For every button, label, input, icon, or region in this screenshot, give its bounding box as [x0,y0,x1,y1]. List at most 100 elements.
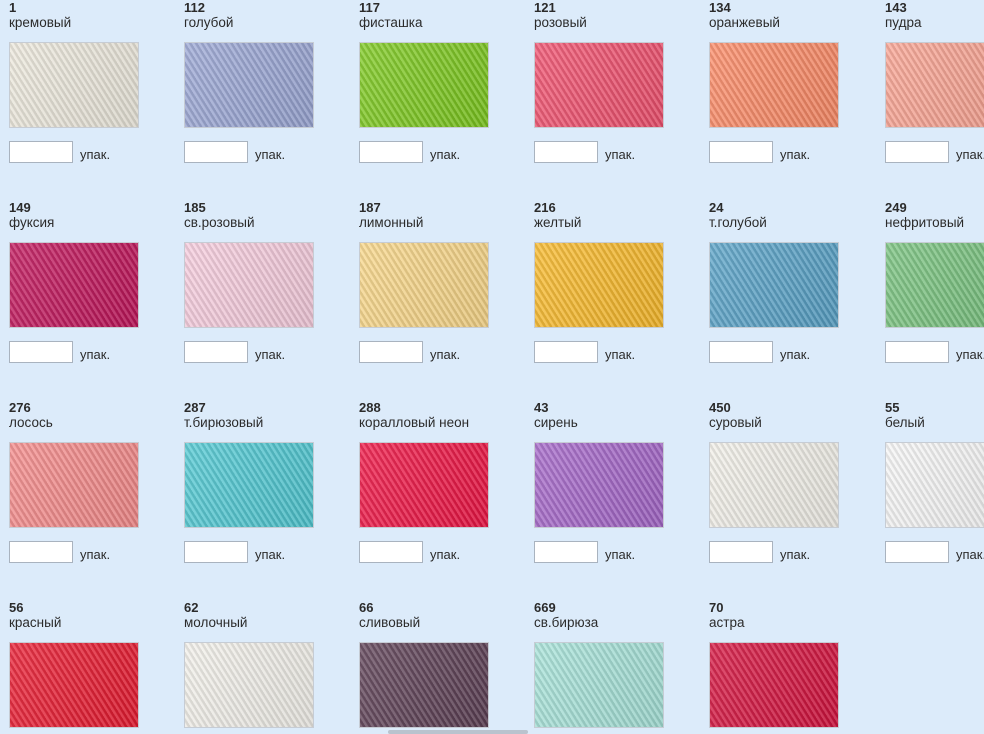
yarn-swatch-image[interactable] [9,42,139,128]
quantity-input[interactable] [534,141,598,163]
color-name: св.розовый [184,215,255,230]
yarn-swatch-image[interactable] [885,242,984,328]
quantity-input[interactable] [359,541,423,563]
yarn-swatch-image[interactable] [9,642,139,728]
quantity-input[interactable] [9,141,73,163]
quantity-input[interactable] [184,541,248,563]
color-code: 149 [9,200,31,215]
yarn-swatch-image[interactable] [709,442,839,528]
unit-label: упак. [430,147,461,162]
quantity-input[interactable] [359,141,423,163]
unit-label: упак. [956,147,984,162]
quantity-input[interactable] [534,341,598,363]
color-name: нефритовый [885,215,965,230]
color-name: сирень [534,415,578,430]
color-name: оранжевый [709,15,780,30]
yarn-swatch-image[interactable] [709,42,839,128]
color-code: 276 [9,400,31,415]
quantity-input[interactable] [359,341,423,363]
yarn-swatch-image[interactable] [359,42,489,128]
color-name: фисташка [359,15,423,30]
color-code: 24 [709,200,724,215]
horizontal-scrollbar[interactable] [388,730,528,734]
unit-label: упак. [80,547,111,562]
color-code: 185 [184,200,206,215]
color-name: коралловый неон [359,415,470,430]
color-name: пудра [885,15,922,30]
color-code: 117 [359,0,380,15]
color-name: сливовый [359,615,421,630]
color-name: голубой [184,15,234,30]
quantity-input[interactable] [885,341,949,363]
color-code: 187 [359,200,381,215]
color-name: красный [9,615,62,630]
yarn-swatch-image[interactable] [534,442,664,528]
color-code: 70 [709,600,724,615]
unit-label: упак. [80,347,111,362]
unit-label: упак. [430,347,461,362]
yarn-swatch-image[interactable] [534,642,664,728]
color-name: молочный [184,615,248,630]
yarn-color-palette: 1 кремовый упак. 112 голубой упак. 117 фисташка… [0,0,984,734]
unit-label: упак. [80,147,111,162]
color-name: суровый [709,415,762,430]
color-code: 216 [534,200,556,215]
quantity-input[interactable] [9,541,73,563]
unit-label: упак. [605,147,636,162]
unit-label: упак. [780,547,811,562]
quantity-input[interactable] [709,541,773,563]
yarn-swatch-image[interactable] [184,42,314,128]
unit-label: упак. [255,147,286,162]
quantity-input[interactable] [709,341,773,363]
unit-label: упак. [956,347,984,362]
color-code: 55 [885,400,900,415]
unit-label: упак. [780,347,811,362]
unit-label: упак. [956,547,984,562]
quantity-input[interactable] [885,541,949,563]
color-name: астра [709,615,745,630]
yarn-swatch-image[interactable] [885,42,984,128]
yarn-swatch-image[interactable] [534,242,664,328]
yarn-swatch-image[interactable] [359,242,489,328]
color-name: лосось [9,415,53,430]
quantity-input[interactable] [184,141,248,163]
color-code: 112 [184,0,205,15]
color-code: 121 [534,0,556,15]
unit-label: упак. [605,347,636,362]
color-name: т.голубой [709,215,767,230]
yarn-swatch-image[interactable] [359,642,489,728]
quantity-input[interactable] [534,541,598,563]
yarn-swatch-image[interactable] [184,442,314,528]
unit-label: упак. [605,547,636,562]
color-code: 43 [534,400,549,415]
color-name: розовый [534,15,587,30]
color-code: 143 [885,0,907,15]
yarn-swatch-image[interactable] [9,442,139,528]
quantity-input[interactable] [184,341,248,363]
yarn-swatch-image[interactable] [184,642,314,728]
color-code: 66 [359,600,374,615]
quantity-input[interactable] [9,341,73,363]
color-name: св.бирюза [534,615,599,630]
unit-label: упак. [255,547,286,562]
color-name: кремовый [9,15,72,30]
color-code: 450 [709,400,731,415]
color-name: лимонный [359,215,424,230]
color-code: 669 [534,600,556,615]
yarn-swatch-image[interactable] [9,242,139,328]
yarn-swatch-image[interactable] [534,42,664,128]
yarn-swatch-image[interactable] [709,242,839,328]
color-code: 134 [709,0,731,15]
color-code: 287 [184,400,206,415]
color-code: 62 [184,600,199,615]
yarn-swatch-image[interactable] [184,242,314,328]
yarn-swatch-image[interactable] [709,642,839,728]
color-code: 288 [359,400,381,415]
quantity-input[interactable] [709,141,773,163]
color-code: 56 [9,600,24,615]
quantity-input[interactable] [885,141,949,163]
yarn-swatch-image[interactable] [359,442,489,528]
yarn-swatch-image[interactable] [885,442,984,528]
color-code: 249 [885,200,907,215]
color-name: т.бирюзовый [184,415,264,430]
